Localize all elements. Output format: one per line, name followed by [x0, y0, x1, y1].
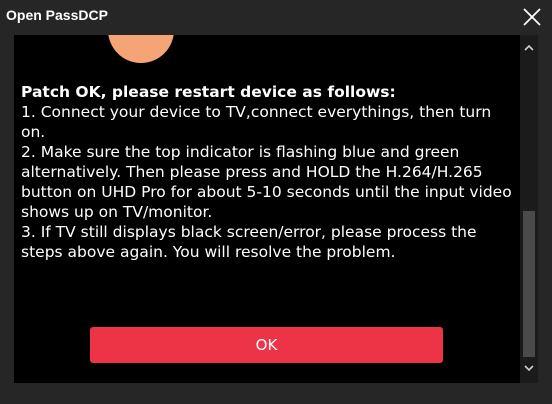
illustration-graphic	[108, 35, 174, 63]
message-heading: Patch OK, please restart device as follo…	[21, 83, 396, 101]
scroll-thumb[interactable]	[523, 211, 535, 357]
message-body: Patch OK, please restart device as follo…	[21, 82, 513, 262]
scroll-down-button[interactable]	[520, 359, 538, 377]
close-icon	[523, 8, 541, 26]
window-title: Open PassDCP	[6, 7, 108, 23]
instruction-step-1: 1. Connect your device to TV,connect eve…	[21, 103, 492, 141]
instruction-step-3: 3. If TV still displays black screen/err…	[21, 223, 477, 261]
close-button[interactable]	[520, 5, 544, 29]
instruction-step-2: 2. Make sure the top indicator is flashi…	[21, 143, 512, 221]
message-panel: Patch OK, please restart device as follo…	[14, 35, 520, 383]
chevron-down-icon	[524, 365, 534, 372]
scroll-up-button[interactable]	[520, 39, 538, 57]
title-bar: Open PassDCP	[0, 0, 552, 34]
dialog-window: Open PassDCP Patch OK, please restart de…	[0, 0, 552, 404]
vertical-scrollbar[interactable]	[520, 35, 538, 383]
chevron-up-icon	[524, 44, 534, 51]
ok-button[interactable]: OK	[90, 327, 443, 363]
